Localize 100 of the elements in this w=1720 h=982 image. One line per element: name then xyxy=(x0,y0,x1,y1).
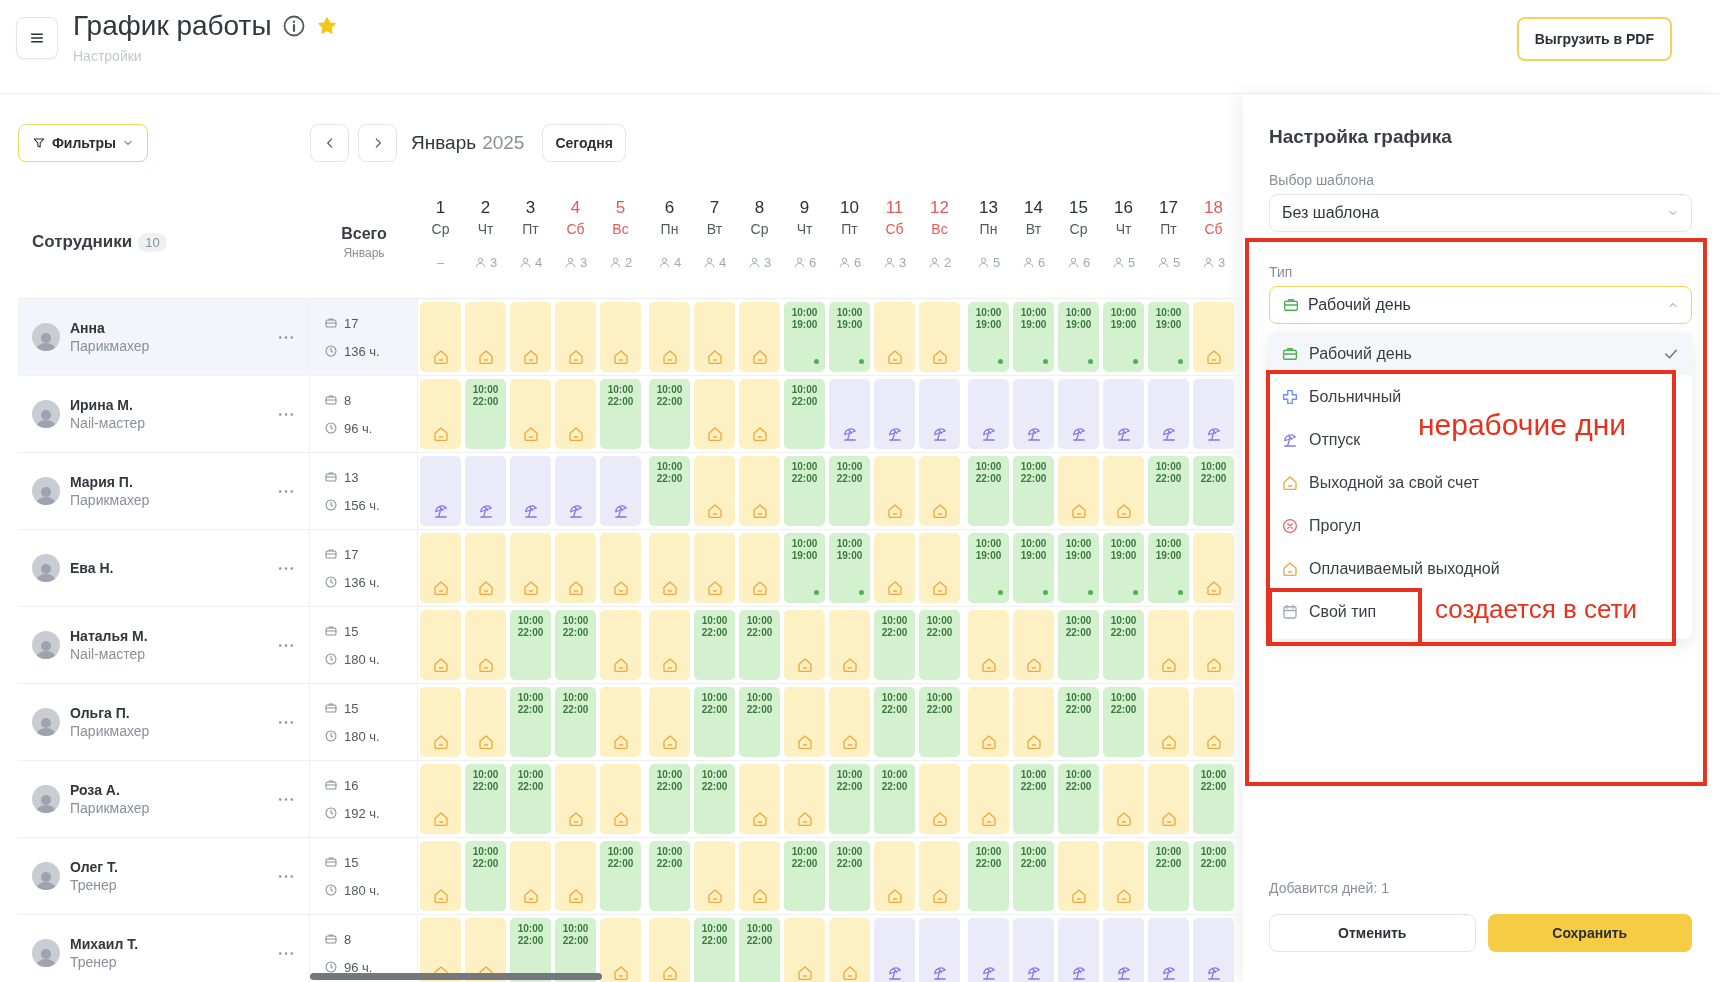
day-off-cell[interactable] xyxy=(420,610,461,680)
day-off-cell[interactable] xyxy=(874,841,915,911)
day-off-cell[interactable] xyxy=(465,687,506,757)
work-shift-cell[interactable]: 10:00 22:00 xyxy=(829,764,870,834)
work-shift-cell[interactable]: 10:00 22:00 xyxy=(555,610,596,680)
day-off-cell[interactable] xyxy=(600,302,641,372)
vacation-cell[interactable] xyxy=(1148,379,1189,449)
work-shift-cell[interactable]: 10:00 19:00 xyxy=(1148,302,1189,372)
work-shift-cell[interactable]: 10:00 22:00 xyxy=(874,610,915,680)
more-icon[interactable] xyxy=(279,797,293,801)
day-off-cell[interactable] xyxy=(465,533,506,603)
day-off-cell[interactable] xyxy=(420,841,461,911)
day-off-cell[interactable] xyxy=(465,610,506,680)
day-off-cell[interactable] xyxy=(649,533,690,603)
vacation-cell[interactable] xyxy=(968,918,1009,982)
day-off-cell[interactable] xyxy=(1103,456,1144,526)
day-off-cell[interactable] xyxy=(919,456,960,526)
work-shift-cell[interactable]: 10:00 19:00 xyxy=(1148,533,1189,603)
day-off-cell[interactable] xyxy=(649,610,690,680)
day-off-cell[interactable] xyxy=(420,918,461,982)
work-shift-cell[interactable]: 10:00 22:00 xyxy=(1058,764,1099,834)
day-off-cell[interactable] xyxy=(1193,610,1234,680)
work-shift-cell[interactable]: 10:00 22:00 xyxy=(649,456,690,526)
day-off-cell[interactable] xyxy=(694,533,735,603)
day-off-cell[interactable] xyxy=(739,302,780,372)
day-off-cell[interactable] xyxy=(1013,610,1054,680)
template-select[interactable]: Без шаблона xyxy=(1269,194,1692,232)
vacation-cell[interactable] xyxy=(510,456,551,526)
day-off-cell[interactable] xyxy=(649,302,690,372)
work-shift-cell[interactable]: 10:00 22:00 xyxy=(465,841,506,911)
work-shift-cell[interactable]: 10:00 22:00 xyxy=(739,687,780,757)
work-shift-cell[interactable]: 10:00 22:00 xyxy=(465,764,506,834)
work-shift-cell[interactable]: 10:00 22:00 xyxy=(600,841,641,911)
day-off-cell[interactable] xyxy=(874,456,915,526)
work-shift-cell[interactable]: 10:00 22:00 xyxy=(1013,764,1054,834)
day-off-cell[interactable] xyxy=(1148,764,1189,834)
day-off-cell[interactable] xyxy=(1193,302,1234,372)
day-off-cell[interactable] xyxy=(919,533,960,603)
day-off-cell[interactable] xyxy=(600,687,641,757)
work-shift-cell[interactable]: 10:00 22:00 xyxy=(784,379,825,449)
day-off-cell[interactable] xyxy=(694,841,735,911)
day-off-cell[interactable] xyxy=(510,841,551,911)
day-off-cell[interactable] xyxy=(420,302,461,372)
work-shift-cell[interactable]: 10:00 22:00 xyxy=(829,456,870,526)
day-off-cell[interactable] xyxy=(649,918,690,982)
day-off-cell[interactable] xyxy=(1103,764,1144,834)
type-option[interactable]: Свой тип xyxy=(1269,590,1389,633)
vacation-cell[interactable] xyxy=(1103,918,1144,982)
work-shift-cell[interactable]: 10:00 19:00 xyxy=(1058,533,1099,603)
work-shift-cell[interactable]: 10:00 22:00 xyxy=(1058,687,1099,757)
employee-row[interactable]: Михаил Т. Тренер xyxy=(18,915,310,982)
day-off-cell[interactable] xyxy=(510,302,551,372)
work-shift-cell[interactable]: 10:00 22:00 xyxy=(649,379,690,449)
more-icon[interactable] xyxy=(279,874,293,878)
vacation-cell[interactable] xyxy=(1058,918,1099,982)
employee-row[interactable]: Наталья М. Nail-мастер xyxy=(18,607,310,683)
day-off-cell[interactable] xyxy=(420,533,461,603)
work-shift-cell[interactable]: 10:00 22:00 xyxy=(465,379,506,449)
day-off-cell[interactable] xyxy=(874,533,915,603)
work-shift-cell[interactable]: 10:00 19:00 xyxy=(968,302,1009,372)
day-off-cell[interactable] xyxy=(555,841,596,911)
day-off-cell[interactable] xyxy=(420,379,461,449)
day-off-cell[interactable] xyxy=(1148,687,1189,757)
day-off-cell[interactable] xyxy=(694,379,735,449)
work-shift-cell[interactable]: 10:00 19:00 xyxy=(1013,533,1054,603)
day-off-cell[interactable] xyxy=(600,533,641,603)
work-shift-cell[interactable]: 10:00 22:00 xyxy=(555,687,596,757)
day-off-cell[interactable] xyxy=(1103,841,1144,911)
previous-month-button[interactable] xyxy=(310,124,349,162)
day-off-cell[interactable] xyxy=(510,533,551,603)
work-shift-cell[interactable]: 10:00 22:00 xyxy=(829,841,870,911)
work-shift-cell[interactable]: 10:00 22:00 xyxy=(919,610,960,680)
day-off-cell[interactable] xyxy=(784,764,825,834)
type-option[interactable]: Выходной за свой счет xyxy=(1269,461,1492,504)
more-icon[interactable] xyxy=(279,720,293,724)
day-off-cell[interactable] xyxy=(600,610,641,680)
work-shift-cell[interactable]: 10:00 22:00 xyxy=(874,764,915,834)
day-off-cell[interactable] xyxy=(829,918,870,982)
vacation-cell[interactable] xyxy=(1148,918,1189,982)
day-off-cell[interactable] xyxy=(919,764,960,834)
day-off-cell[interactable] xyxy=(919,302,960,372)
work-shift-cell[interactable]: 10:00 22:00 xyxy=(1193,764,1234,834)
work-shift-cell[interactable]: 10:00 19:00 xyxy=(1013,302,1054,372)
day-off-cell[interactable] xyxy=(784,687,825,757)
day-off-cell[interactable] xyxy=(784,610,825,680)
day-off-cell[interactable] xyxy=(694,456,735,526)
day-off-cell[interactable] xyxy=(1193,687,1234,757)
day-off-cell[interactable] xyxy=(1058,456,1099,526)
day-off-cell[interactable] xyxy=(968,687,1009,757)
vacation-cell[interactable] xyxy=(465,456,506,526)
work-shift-cell[interactable]: 10:00 22:00 xyxy=(1193,841,1234,911)
vacation-cell[interactable] xyxy=(874,379,915,449)
work-shift-cell[interactable]: 10:00 22:00 xyxy=(874,687,915,757)
cancel-button[interactable]: Отменить xyxy=(1269,914,1476,952)
type-option[interactable]: Прогул xyxy=(1269,504,1374,547)
day-off-cell[interactable] xyxy=(600,764,641,834)
export-pdf-button[interactable]: Выгрузить в PDF xyxy=(1516,17,1672,61)
vacation-cell[interactable] xyxy=(829,379,870,449)
employee-row[interactable]: Мария П. Парикмахер xyxy=(18,453,310,529)
work-shift-cell[interactable]: 10:00 22:00 xyxy=(694,610,735,680)
